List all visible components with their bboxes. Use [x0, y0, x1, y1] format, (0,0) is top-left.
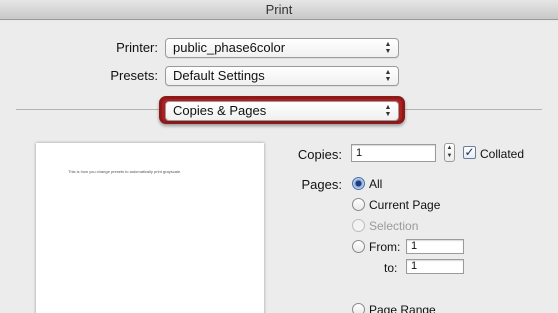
checkmark-icon: ✓: [464, 145, 475, 159]
pages-selection-label: Selection: [369, 219, 419, 233]
stepper-arrows-icon: ▲ ▼: [446, 145, 453, 159]
up-down-chevron-icon: ▲ ▼: [384, 69, 392, 83]
collated-checkbox[interactable]: ✓: [463, 146, 476, 159]
printer-label: Printer:: [116, 40, 158, 55]
pages-range-radio[interactable]: [352, 303, 365, 313]
copies-field[interactable]: 1: [351, 144, 436, 162]
section-divider-left: [16, 109, 162, 110]
pages-range-label: Page Range: [369, 303, 436, 313]
pages-to-label: to:: [384, 261, 398, 275]
up-down-chevron-icon: ▲ ▼: [384, 41, 392, 55]
pages-label: Pages:: [301, 177, 342, 192]
pages-all-label: All: [369, 177, 383, 191]
presets-popup[interactable]: Default Settings ▲ ▼: [165, 66, 399, 86]
copies-stepper[interactable]: ▲ ▼: [444, 143, 455, 162]
pages-to-field[interactable]: 1: [406, 259, 464, 274]
printer-popup-value: public_phase6color: [173, 40, 286, 55]
page-preview: This is how you change presets to automa…: [36, 143, 264, 313]
pages-current-label: Current Page: [369, 198, 441, 212]
pages-from-field[interactable]: 1: [406, 239, 464, 254]
pages-selection-radio[interactable]: [352, 219, 365, 232]
pages-all-radio[interactable]: [352, 177, 365, 190]
section-popup[interactable]: Copies & Pages ▲ ▼: [165, 101, 399, 121]
collated-label: Collated: [480, 147, 525, 161]
section-popup-value: Copies & Pages: [173, 103, 267, 118]
printer-popup[interactable]: public_phase6color ▲ ▼: [165, 38, 399, 58]
window-title: Print: [265, 2, 293, 17]
preview-text: This is how you change presets to automa…: [68, 169, 182, 174]
up-down-chevron-icon: ▲ ▼: [384, 104, 392, 118]
pages-current-radio[interactable]: [352, 198, 365, 211]
window-titlebar: Print: [0, 0, 558, 20]
pages-from-label: From:: [369, 240, 401, 254]
pages-from-radio[interactable]: [352, 240, 365, 253]
presets-label: Presets:: [110, 68, 158, 83]
presets-popup-value: Default Settings: [173, 68, 265, 83]
section-divider-right: [403, 109, 542, 110]
copies-label: Copies:: [297, 147, 342, 162]
